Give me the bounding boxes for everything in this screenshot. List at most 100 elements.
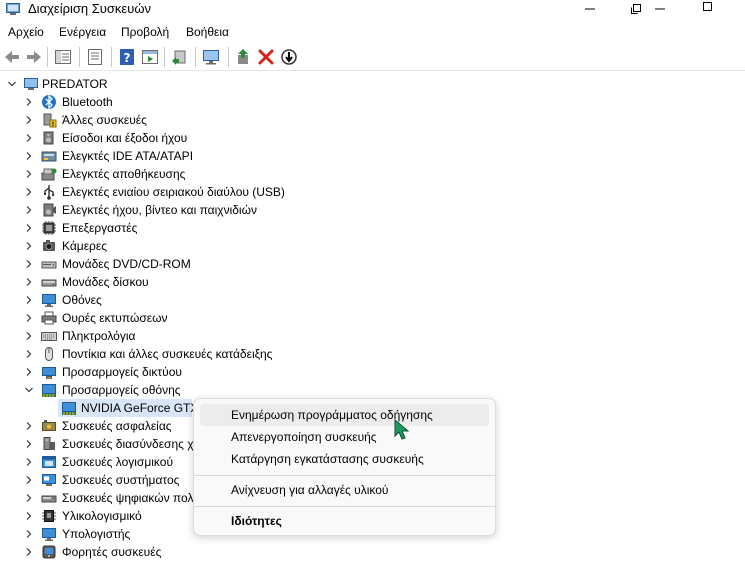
category-node[interactable]: ! Άλλες συσκευές xyxy=(0,111,745,129)
chevron-right-icon[interactable] xyxy=(24,187,34,197)
scan-hardware-icon[interactable] xyxy=(170,47,190,67)
toolbar-divider xyxy=(0,70,745,71)
minimize-button[interactable] xyxy=(570,0,610,18)
category-node[interactable]: Φορητές συσκευές xyxy=(0,543,745,561)
category-node[interactable]: Ελεγκτές ήχου, βίντεο και παιχνιδιών xyxy=(0,201,745,219)
chevron-right-icon[interactable] xyxy=(24,205,34,215)
chevron-right-icon[interactable] xyxy=(24,241,34,251)
tree-item-label: Κάμερες xyxy=(62,239,108,253)
toolbar-separator xyxy=(111,47,112,67)
help-icon[interactable]: ? xyxy=(117,47,137,67)
category-node[interactable]: Πληκτρολόγια xyxy=(0,327,745,345)
chevron-right-icon[interactable] xyxy=(24,97,34,107)
camera-icon xyxy=(43,240,55,251)
close-button[interactable] xyxy=(688,0,728,18)
chevron-right-icon[interactable] xyxy=(24,259,34,269)
chevron-right-icon[interactable] xyxy=(24,421,34,431)
firmware-icon xyxy=(42,510,56,522)
category-node[interactable]: Είσοδοι και έξοδοι ήχου xyxy=(0,129,745,147)
tree-item-label: Υλικολογισμικό xyxy=(62,509,142,523)
tree-item-label: Προσαρμογείς δικτύου xyxy=(62,365,182,379)
uninstall-device-label: Κατάργηση εγκατάστασης συσκευής xyxy=(231,452,424,466)
menu-file[interactable]: Αρχείο xyxy=(8,25,44,39)
chevron-right-icon[interactable] xyxy=(24,295,34,305)
disable-device-menu-item[interactable]: Απενεργοποίηση συσκευής xyxy=(200,426,489,448)
category-node[interactable]: Bluetooth xyxy=(0,93,745,111)
uninstall-device-menu-item[interactable]: Κατάργηση εγκατάστασης συσκευής xyxy=(200,448,489,470)
tree-item-label: Συσκευές ψηφιακών πολ xyxy=(62,491,194,505)
show-console-icon[interactable] xyxy=(140,47,160,67)
maximize-button[interactable] xyxy=(640,0,680,18)
chevron-right-icon[interactable] xyxy=(24,511,34,521)
tree-item-label: Ελεγκτές IDE ATA/ATAPI xyxy=(62,149,194,163)
tree-item-label: Υπολογιστής xyxy=(62,527,131,541)
chevron-right-icon[interactable] xyxy=(24,529,34,539)
tree-item-label: Μονάδες δίσκου xyxy=(62,275,149,289)
forward-arrow-icon[interactable] xyxy=(24,47,44,67)
computer-icon xyxy=(24,78,38,90)
chevron-right-icon[interactable] xyxy=(24,367,34,377)
show-hide-tree-icon[interactable] xyxy=(53,47,73,67)
context-menu: Ενημέρωση προγράμματος οδήγησης Απενεργο… xyxy=(193,398,496,536)
svg-text:?: ? xyxy=(124,51,131,65)
toolbar-separator xyxy=(195,47,196,67)
menu-help[interactable]: Βοήθεια xyxy=(186,25,229,39)
print-queue-icon xyxy=(41,311,57,325)
chevron-down-icon[interactable] xyxy=(24,385,34,395)
chevron-right-icon[interactable] xyxy=(24,475,34,485)
display-adapter-icon xyxy=(42,384,56,397)
properties-icon[interactable] xyxy=(85,47,105,67)
update-driver-menu-item[interactable]: Ενημέρωση προγράμματος οδήγησης xyxy=(200,404,489,426)
chevron-right-icon[interactable] xyxy=(24,133,34,143)
chevron-right-icon[interactable] xyxy=(24,493,34,503)
chevron-right-icon[interactable] xyxy=(24,331,34,341)
chevron-down-icon[interactable] xyxy=(7,79,17,89)
category-node[interactable]: Κάμερες xyxy=(0,237,745,255)
chevron-right-icon[interactable] xyxy=(24,313,34,323)
uninstall-device-icon[interactable] xyxy=(256,47,276,67)
disable-device-label: Απενεργοποίηση συσκευής xyxy=(231,430,377,444)
ide-controller-icon xyxy=(41,151,57,162)
category-node[interactable]: Ουρές εκτυπώσεων xyxy=(0,309,745,327)
chevron-right-icon[interactable] xyxy=(24,151,34,161)
tree-root[interactable]: PREDATOR xyxy=(0,75,745,93)
properties-menu-item[interactable]: Ιδιότητες xyxy=(200,510,489,532)
enable-device-icon[interactable] xyxy=(279,47,299,67)
category-node[interactable]: Ελεγκτές ενιαίου σειριακού διαύλου (USB) xyxy=(0,183,745,201)
toolbar-separator xyxy=(79,47,80,67)
category-node[interactable]: Μονάδες DVD/CD-ROM xyxy=(0,255,745,273)
scan-hardware-menu-item[interactable]: Ανίχνευση για αλλαγές υλικού xyxy=(200,479,489,501)
back-arrow-icon[interactable] xyxy=(2,47,22,67)
tree-item-label: Ουρές εκτυπώσεων xyxy=(62,311,168,325)
portable-devices-icon xyxy=(42,545,56,559)
context-menu-separator xyxy=(194,475,495,476)
category-node[interactable]: Επεξεργαστές xyxy=(0,219,745,237)
category-node[interactable]: Προσαρμογείς δικτύου xyxy=(0,363,745,381)
tree-item-label: Ελεγκτές ενιαίου σειριακού διαύλου (USB) xyxy=(62,185,285,199)
category-node[interactable]: Ελεγκτές αποθήκευσης xyxy=(0,165,745,183)
category-node[interactable]: Προσαρμογείς οθόνης xyxy=(0,381,745,399)
update-driver-icon[interactable] xyxy=(234,47,254,67)
chevron-right-icon[interactable] xyxy=(24,277,34,287)
category-node[interactable]: Ελεγκτές IDE ATA/ATAPI xyxy=(0,147,745,165)
tree-item-label: Φορητές συσκευές xyxy=(62,545,162,559)
system-device-icon xyxy=(42,474,56,486)
chevron-right-icon[interactable] xyxy=(24,547,34,557)
tree-item-label: Είσοδοι και έξοδοι ήχου xyxy=(62,131,188,145)
chevron-right-icon[interactable] xyxy=(24,223,34,233)
menu-action[interactable]: Ενέργεια xyxy=(59,25,106,39)
chevron-right-icon[interactable] xyxy=(24,169,34,179)
menu-view[interactable]: Προβολή xyxy=(121,25,169,39)
hid-icon xyxy=(43,437,55,450)
chevron-right-icon[interactable] xyxy=(24,349,34,359)
category-node[interactable]: Οθόνες xyxy=(0,291,745,309)
monitor-icon[interactable] xyxy=(201,47,221,67)
tree-root-label: PREDATOR xyxy=(42,77,108,91)
window-title: Διαχείριση Συσκευών xyxy=(28,1,151,16)
category-node[interactable]: Μονάδες δίσκου xyxy=(0,273,745,291)
chevron-right-icon[interactable] xyxy=(24,457,34,467)
category-node[interactable]: Ποντίκια και άλλες συσκευές κατάδειξης xyxy=(0,345,745,363)
tree-item-label: NVIDIA GeForce GTX xyxy=(81,401,199,415)
chevron-right-icon[interactable] xyxy=(24,115,34,125)
chevron-right-icon[interactable] xyxy=(24,439,34,449)
